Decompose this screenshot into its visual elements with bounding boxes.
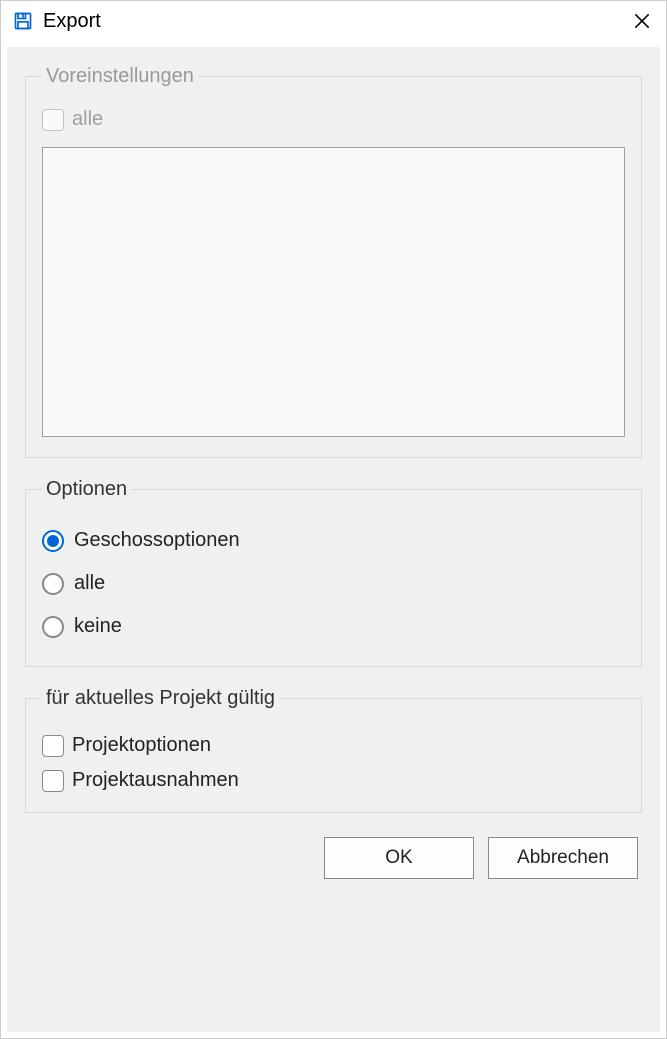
presets-listbox[interactable]: [42, 147, 625, 437]
options-legend: Optionen: [42, 478, 131, 501]
close-button[interactable]: [630, 9, 654, 33]
cancel-button[interactable]: Abbrechen: [488, 837, 638, 879]
ok-button[interactable]: OK: [324, 837, 474, 879]
checkbox-icon: [42, 735, 64, 757]
checkbox-label: Projektoptionen: [72, 734, 211, 757]
export-dialog: Export Voreinstellungen alle Optionen Ge…: [0, 0, 667, 1039]
save-icon: [13, 11, 33, 31]
checkbox-label: alle: [72, 108, 103, 131]
dialog-content: Voreinstellungen alle Optionen Geschosso…: [7, 47, 660, 1032]
presets-legend: Voreinstellungen: [42, 65, 198, 88]
checkbox-icon: [42, 770, 64, 792]
presets-all-checkbox[interactable]: alle: [42, 108, 625, 131]
titlebar: Export: [1, 1, 666, 41]
option-radio-2[interactable]: keine: [42, 615, 625, 638]
project-legend: für aktuelles Projekt gültig: [42, 687, 279, 710]
radio-icon: [42, 573, 64, 595]
option-radio-1[interactable]: alle: [42, 572, 625, 595]
button-row: OK Abbrechen: [25, 833, 642, 887]
radio-label: alle: [74, 572, 105, 595]
presets-group: Voreinstellungen alle: [25, 65, 642, 458]
checkbox-icon: [42, 109, 64, 131]
option-radio-0[interactable]: Geschossoptionen: [42, 529, 625, 552]
radio-label: keine: [74, 615, 122, 638]
project-group: für aktuelles Projekt gültig Projektopti…: [25, 687, 642, 813]
radio-icon: [42, 616, 64, 638]
radio-icon: [42, 530, 64, 552]
radio-label: Geschossoptionen: [74, 529, 240, 552]
projektoptionen-checkbox[interactable]: Projektoptionen: [42, 734, 625, 757]
dialog-title: Export: [43, 10, 620, 33]
options-group: Optionen Geschossoptionen alle keine: [25, 478, 642, 667]
checkbox-label: Projektausnahmen: [72, 769, 239, 792]
projektausnahmen-checkbox[interactable]: Projektausnahmen: [42, 769, 625, 792]
